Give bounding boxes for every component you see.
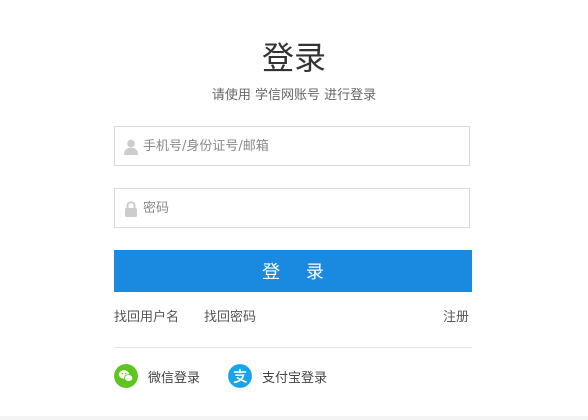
- find-username-link[interactable]: 找回用户名: [114, 308, 179, 328]
- login-page: 登录 请使用 学信网账号 进行登录 登 录 找回用户名 找回密码 注册 微信登录: [0, 0, 588, 420]
- bottom-strip: [0, 416, 588, 420]
- wechat-icon: [114, 364, 138, 388]
- account-input[interactable]: [143, 127, 463, 165]
- login-button[interactable]: 登 录: [114, 250, 472, 292]
- alipay-login-label: 支付宝登录: [262, 370, 328, 386]
- user-icon: [124, 139, 138, 155]
- divider: [114, 347, 472, 348]
- wechat-login-button[interactable]: 微信登录: [114, 364, 200, 388]
- alipay-login-button[interactable]: 支付宝登录: [228, 364, 327, 388]
- register-link[interactable]: 注册: [443, 308, 469, 328]
- find-password-link[interactable]: 找回密码: [204, 308, 256, 328]
- lock-icon: [125, 201, 137, 217]
- page-title: 登录: [261, 39, 326, 77]
- password-field[interactable]: [114, 188, 470, 228]
- alipay-icon: [228, 364, 252, 388]
- wechat-login-label: 微信登录: [148, 370, 201, 386]
- page-subtitle: 请使用 学信网账号 进行登录: [211, 88, 377, 103]
- account-field[interactable]: [114, 126, 470, 166]
- password-input[interactable]: [143, 189, 463, 227]
